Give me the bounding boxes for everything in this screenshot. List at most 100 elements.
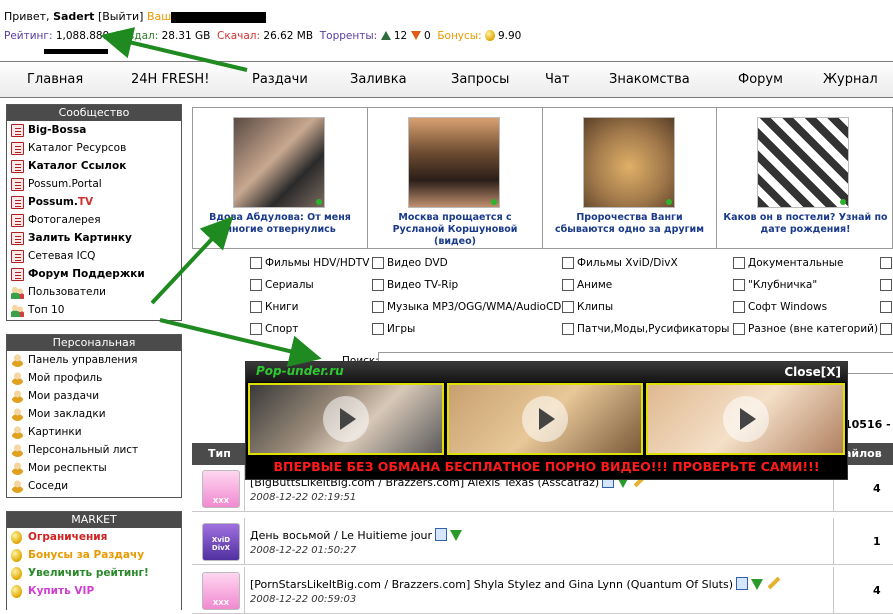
checkbox[interactable] xyxy=(372,323,384,335)
sidebar-item-possum-portal[interactable]: Possum.Portal xyxy=(7,175,181,193)
category-xvid-icon[interactable] xyxy=(202,523,240,561)
sidebar-item-pictures[interactable]: Картинки xyxy=(7,423,181,441)
featured-photo[interactable] xyxy=(408,117,500,208)
sidebar-item-my-torrents[interactable]: Мои раздачи xyxy=(7,387,181,405)
play-icon[interactable] xyxy=(722,396,769,442)
sidebar-item-upload-picture[interactable]: Залить Картинку xyxy=(7,229,181,247)
checkbox[interactable] xyxy=(733,323,745,335)
popup-brand[interactable]: Pop-under.ru xyxy=(256,364,344,378)
nav-dating[interactable]: Знакомства xyxy=(609,72,690,87)
category-checkbox[interactable]: Клипы xyxy=(562,299,613,315)
category-checkbox[interactable]: Софт Windows xyxy=(733,299,827,315)
column-files[interactable]: айлов xyxy=(844,447,882,460)
sidebar-item-resource-catalog[interactable]: Каталог Ресурсов xyxy=(7,139,181,157)
sidebar-item-big-bossa[interactable]: Big-Bossa xyxy=(7,121,181,139)
category-checkbox[interactable]: Игры xyxy=(372,321,415,337)
details-icon[interactable] xyxy=(735,577,748,590)
category-checkbox[interactable]: Музыка MP3/OGG/WMA/AudioCD xyxy=(372,299,561,315)
details-icon[interactable] xyxy=(435,528,448,541)
featured-caption[interactable]: Вдова Абдулова: От меня многие отвернули… xyxy=(197,212,363,236)
featured-item[interactable]: Пророчества Ванги сбываются одно за друг… xyxy=(543,108,717,248)
download-icon[interactable] xyxy=(450,530,463,541)
video-thumbnail[interactable] xyxy=(646,383,845,455)
sidebar-item-support-forum[interactable]: Форум Поддержки xyxy=(7,265,181,283)
popup-message[interactable]: ВПЕРВЫЕ БЕЗ ОБМАНА БЕСПЛАТНОЕ ПОРНО ВИДЕ… xyxy=(246,456,847,478)
sidebar-item-network-icq[interactable]: Сетевая ICQ xyxy=(7,247,181,265)
nav-home[interactable]: Главная xyxy=(27,72,83,87)
sidebar-item-control-panel[interactable]: Панель управления xyxy=(7,351,181,369)
nav-upload[interactable]: Заливка xyxy=(350,72,407,87)
category-checkbox[interactable]: "Клубничка" xyxy=(733,277,817,293)
nav-torrents[interactable]: Раздачи xyxy=(252,72,308,87)
table-row[interactable]: [PornStarsLikeItBig.com / Brazzers.com] … xyxy=(192,567,893,614)
checkbox[interactable] xyxy=(562,279,574,291)
category-checkbox[interactable]: Видео DVD xyxy=(372,255,448,271)
category-checkbox[interactable]: Фильмы XviD/DivX xyxy=(562,255,678,271)
sidebar-item-photogallery[interactable]: Фотогалерея xyxy=(7,211,181,229)
play-icon[interactable] xyxy=(323,396,369,442)
checkbox[interactable] xyxy=(562,323,574,335)
sidebar-item-neighbours[interactable]: Соседи xyxy=(7,477,181,495)
category-checkbox[interactable]: Сериалы xyxy=(250,277,314,293)
checkbox[interactable] xyxy=(250,301,262,313)
category-checkbox[interactable]: Аниме xyxy=(562,277,612,293)
nav-requests[interactable]: Запросы xyxy=(451,72,509,87)
pager[interactable]: 10516 - xyxy=(844,418,891,431)
sidebar-item-possum-tv[interactable]: Possum.TV xyxy=(7,193,181,211)
category-checkbox[interactable] xyxy=(880,277,893,293)
popunder-ad[interactable]: Pop-under.ru Close[X] ВПЕРВЫЕ БЕЗ ОБМАНА… xyxy=(245,361,848,480)
checkbox[interactable] xyxy=(880,279,892,291)
username-link[interactable]: Sadert xyxy=(53,10,94,23)
checkbox[interactable] xyxy=(733,257,745,269)
market-item-limits[interactable]: Ограничения xyxy=(7,528,181,546)
checkbox[interactable] xyxy=(250,279,262,291)
play-icon[interactable] xyxy=(522,396,568,442)
video-thumbnail[interactable] xyxy=(248,383,444,455)
featured-photo[interactable] xyxy=(757,117,849,208)
sidebar-item-my-respects[interactable]: Мои респекты xyxy=(7,459,181,477)
category-checkbox[interactable]: Книги xyxy=(250,299,298,315)
torrent-title[interactable]: День восьмой / Le Huitieme jour xyxy=(250,528,463,542)
category-xxx-icon[interactable] xyxy=(202,572,240,610)
sidebar-item-users[interactable]: Пользователи xyxy=(7,283,181,301)
video-thumbnail[interactable] xyxy=(447,383,643,455)
torrent-title-text[interactable]: День восьмой / Le Huitieme jour xyxy=(250,529,432,542)
nav-24h-fresh[interactable]: 24H FRESH! xyxy=(131,72,209,87)
market-item-buy-vip[interactable]: Купить VIP xyxy=(7,582,181,600)
nav-chat[interactable]: Чат xyxy=(545,72,569,87)
category-checkbox[interactable]: Фильмы HDV/HDTV xyxy=(250,255,369,271)
checkbox[interactable] xyxy=(880,257,892,269)
checkbox[interactable] xyxy=(733,301,745,313)
sidebar-item-my-bookmarks[interactable]: Мои закладки xyxy=(7,405,181,423)
category-checkbox[interactable]: Спорт xyxy=(250,321,298,337)
table-row[interactable]: День восьмой / Le Huitieme jour 2008-12-… xyxy=(192,518,893,565)
column-type[interactable]: Тип xyxy=(208,447,231,460)
popup-close-button[interactable]: Close[X] xyxy=(784,365,841,379)
sidebar-item-personal-list[interactable]: Персональный лист xyxy=(7,441,181,459)
market-item-increase-rating[interactable]: Увеличить рейтинг! xyxy=(7,564,181,582)
edit-icon[interactable] xyxy=(767,576,781,590)
checkbox[interactable] xyxy=(562,301,574,313)
featured-item[interactable]: Каков он в постели? Узнай по дате рожден… xyxy=(717,108,893,248)
featured-item[interactable]: Москва прощается с Русланой Коршуновой (… xyxy=(368,108,543,248)
checkbox[interactable] xyxy=(250,323,262,335)
checkbox[interactable] xyxy=(562,257,574,269)
featured-caption[interactable]: Каков он в постели? Узнай по дате рожден… xyxy=(721,212,890,236)
checkbox[interactable] xyxy=(250,257,262,269)
category-checkbox[interactable]: Разное (вне категорий) xyxy=(733,321,878,337)
category-checkbox[interactable]: Видео TV-Rip xyxy=(372,277,458,293)
category-checkbox[interactable] xyxy=(880,299,893,315)
category-checkbox[interactable] xyxy=(880,255,893,271)
sidebar-item-my-profile[interactable]: Мой профиль xyxy=(7,369,181,387)
checkbox[interactable] xyxy=(372,301,384,313)
category-checkbox[interactable] xyxy=(880,321,893,337)
sidebar-item-top10[interactable]: Топ 10 xyxy=(7,301,181,319)
nav-journal[interactable]: Журнал xyxy=(823,72,878,87)
nav-forum[interactable]: Форум xyxy=(738,72,783,87)
category-checkbox[interactable]: Патчи,Моды,Русификаторы xyxy=(562,321,729,337)
featured-item[interactable]: Вдова Абдулова: От меня многие отвернули… xyxy=(193,108,368,248)
torrent-title-text[interactable]: [PornStarsLikeItBig.com / Brazzers.com] … xyxy=(250,578,733,591)
checkbox[interactable] xyxy=(372,257,384,269)
featured-caption[interactable]: Пророчества Ванги сбываются одно за друг… xyxy=(547,212,712,236)
checkbox[interactable] xyxy=(880,323,892,335)
